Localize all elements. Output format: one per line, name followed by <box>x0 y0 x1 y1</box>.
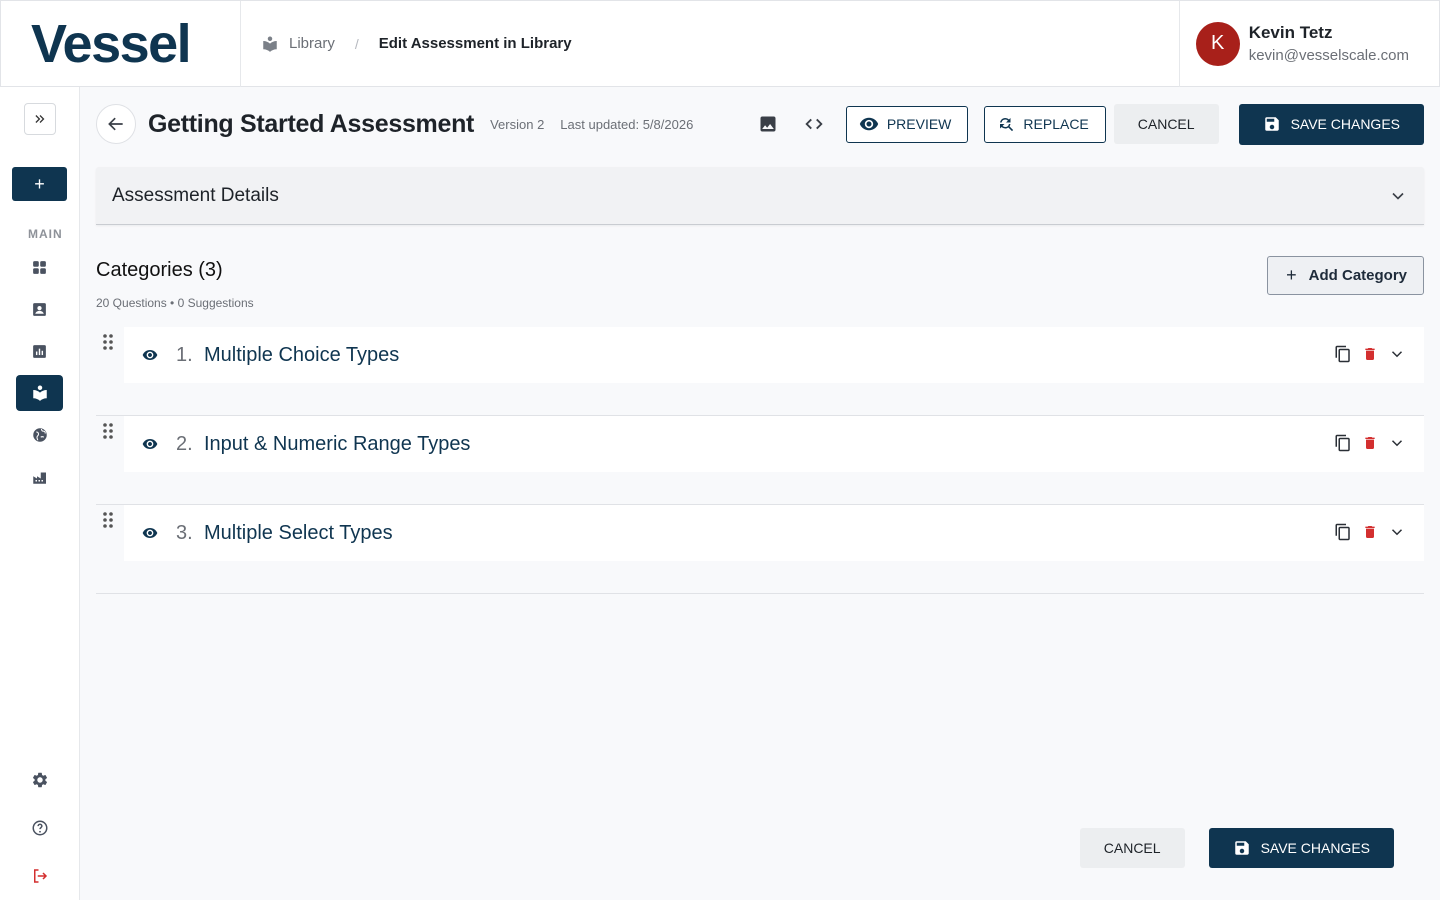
sidebar-item-settings[interactable] <box>16 762 63 798</box>
image-button[interactable] <box>752 108 784 140</box>
preview-label: PREVIEW <box>886 116 952 132</box>
category-card[interactable]: 2. Input & Numeric Range Types <box>124 416 1424 472</box>
assessment-details-title: Assessment Details <box>112 184 279 206</box>
category-row: 1. Multiple Choice Types <box>96 327 1424 416</box>
avatar[interactable]: K <box>1195 21 1240 66</box>
top-header: Vessel Library / Edit Assessment in Libr… <box>0 0 1440 87</box>
eye-icon[interactable] <box>142 347 158 363</box>
save-changes-label: SAVE CHANGES <box>1290 116 1400 132</box>
library-icon <box>32 385 47 401</box>
drag-handle-icon[interactable] <box>102 422 114 440</box>
chevron-down-icon[interactable] <box>1388 345 1406 363</box>
replace-button[interactable]: REPLACE <box>984 105 1106 143</box>
eye-icon <box>859 117 878 131</box>
category-number: 1. <box>176 343 193 366</box>
copy-icon[interactable] <box>1334 434 1352 452</box>
sidebar-item-logout[interactable] <box>16 858 63 894</box>
save-icon <box>1234 841 1249 855</box>
user-name: Kevin Tetz <box>1248 23 1333 42</box>
breadcrumb-current: Edit Assessment in Library <box>378 35 572 52</box>
category-card[interactable]: 1. Multiple Choice Types <box>124 327 1424 383</box>
category-actions <box>1334 434 1406 452</box>
sidebar-item-globe[interactable] <box>16 417 63 453</box>
double-chevron-right-icon <box>35 115 45 123</box>
version-label: Version 2 <box>490 116 545 132</box>
category-name: Input & Numeric Range Types <box>204 432 471 455</box>
breadcrumb-library-link[interactable]: Library <box>289 35 335 52</box>
sidebar-item-dashboard[interactable] <box>16 249 63 285</box>
user-menu[interactable]: K Kevin Tetz kevin@vesselscale.com <box>1178 0 1439 87</box>
breadcrumb-separator: / <box>354 35 359 52</box>
sidebar-section-label: MAIN <box>28 227 63 241</box>
footer-actions: CANCEL SAVE CHANGES <box>1072 828 1394 868</box>
globe-icon <box>32 428 47 442</box>
replace-label: REPLACE <box>1023 116 1089 132</box>
code-button[interactable] <box>798 108 830 140</box>
create-new-button[interactable]: + <box>12 167 67 201</box>
factory-icon <box>32 472 46 484</box>
category-row: 3. Multiple Select Types <box>96 505 1424 594</box>
drag-handle-icon[interactable] <box>102 333 114 351</box>
reports-icon <box>33 344 46 358</box>
sidebar-item-contacts[interactable] <box>16 291 63 327</box>
gear-icon <box>32 772 47 788</box>
code-icon <box>805 118 823 130</box>
user-email: kevin@vesselscale.com <box>1248 47 1409 64</box>
category-number: 2. <box>176 432 193 455</box>
chevron-down-icon[interactable] <box>1388 523 1406 541</box>
preview-button[interactable]: PREVIEW <box>845 105 969 143</box>
footer-save-changes-button[interactable]: SAVE CHANGES <box>1208 828 1394 868</box>
categories-summary: 20 Questions • 0 Suggestions <box>96 296 254 310</box>
category-name: Multiple Select Types <box>204 521 393 544</box>
copy-icon[interactable] <box>1334 345 1352 363</box>
expand-sidebar-button[interactable] <box>24 103 56 135</box>
sidebar-item-factory[interactable] <box>16 459 63 495</box>
find-replace-icon <box>1000 117 1014 132</box>
plus-icon: + <box>1286 265 1297 285</box>
sidebar-item-reports[interactable] <box>16 333 63 369</box>
page-title: Getting Started Assessment <box>148 109 475 138</box>
category-name: Multiple Choice Types <box>204 343 400 366</box>
eye-icon[interactable] <box>142 525 158 541</box>
contacts-icon <box>33 302 46 316</box>
drag-handle-icon[interactable] <box>102 511 114 529</box>
category-actions <box>1334 345 1406 363</box>
chevron-down-icon[interactable] <box>1388 434 1406 452</box>
category-row: 2. Input & Numeric Range Types <box>96 416 1424 505</box>
image-icon <box>760 116 776 132</box>
help-icon <box>32 820 47 836</box>
sidebar-item-help[interactable] <box>16 810 63 846</box>
eye-icon[interactable] <box>142 436 158 452</box>
breadcrumb: Library / Edit Assessment in Library <box>241 1 1179 87</box>
sidebar-item-library[interactable] <box>16 375 63 411</box>
category-number: 3. <box>176 521 193 544</box>
categories-title: Categories (3) <box>96 259 223 281</box>
footer-cancel-button[interactable]: CANCEL <box>1079 828 1185 868</box>
title-bar: Getting Started Assessment Version 2 Las… <box>96 103 1424 145</box>
category-actions <box>1334 523 1406 541</box>
categories-header: Categories (3) 20 Questions • 0 Suggesti… <box>96 256 1424 310</box>
save-icon <box>1264 117 1279 131</box>
add-category-button[interactable]: + Add Category <box>1267 256 1424 295</box>
dashboard-icon <box>33 260 46 274</box>
add-category-label: Add Category <box>1308 267 1407 284</box>
assessment-details-accordion[interactable]: Assessment Details <box>96 167 1424 225</box>
logout-icon <box>33 869 47 883</box>
cancel-button[interactable]: CANCEL <box>1113 104 1219 144</box>
last-updated-label: Last updated: 5/8/2026 <box>560 116 694 132</box>
save-changes-button[interactable]: SAVE CHANGES <box>1238 103 1424 145</box>
trash-icon[interactable] <box>1362 524 1378 540</box>
copy-icon[interactable] <box>1334 523 1352 541</box>
vessel-logo[interactable]: Vessel <box>1 0 241 87</box>
footer-save-changes-label: SAVE CHANGES <box>1260 840 1370 856</box>
library-icon <box>263 36 277 52</box>
back-button[interactable] <box>96 104 136 144</box>
arrow-left-icon <box>108 117 123 131</box>
trash-icon[interactable] <box>1362 346 1378 362</box>
sidebar: + MAIN <box>0 87 80 900</box>
category-card[interactable]: 3. Multiple Select Types <box>124 505 1424 561</box>
chevron-down-icon[interactable] <box>1388 186 1408 206</box>
trash-icon[interactable] <box>1362 435 1378 451</box>
